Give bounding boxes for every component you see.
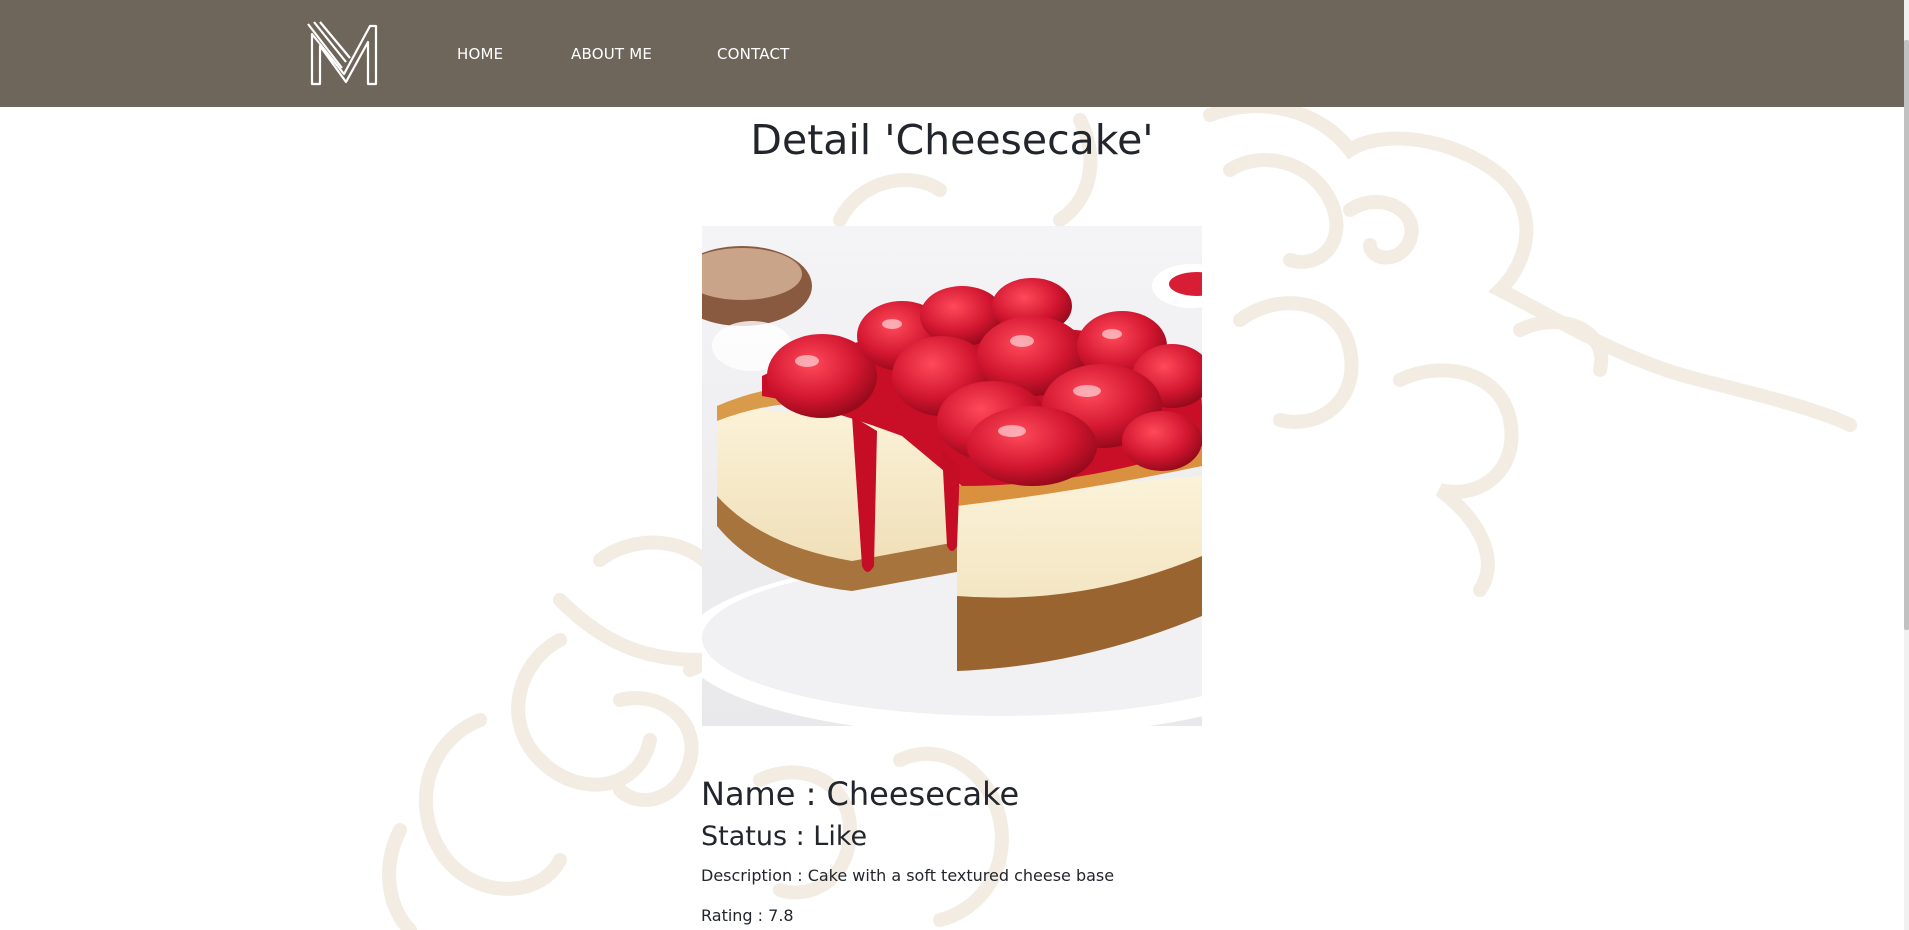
- product-name: Name : Cheesecake: [701, 775, 1020, 813]
- nav-about-me-link[interactable]: ABOUT ME: [571, 45, 652, 63]
- page-scrollbar-thumb[interactable]: [1904, 40, 1909, 630]
- product-status: Status : Like: [701, 821, 868, 852]
- page-title: Detail 'Cheesecake': [750, 116, 1154, 164]
- brand-logo[interactable]: [306, 20, 383, 86]
- top-navbar: HOME ABOUT ME CONTACT: [0, 0, 1904, 107]
- nav-contact-link[interactable]: CONTACT: [717, 45, 790, 63]
- nav-home-link[interactable]: HOME: [457, 45, 503, 63]
- product-rating: Rating : 7.8: [701, 906, 794, 925]
- cheesecake-photo: [702, 226, 1202, 726]
- product-description: Description : Cake with a soft textured …: [701, 866, 1115, 885]
